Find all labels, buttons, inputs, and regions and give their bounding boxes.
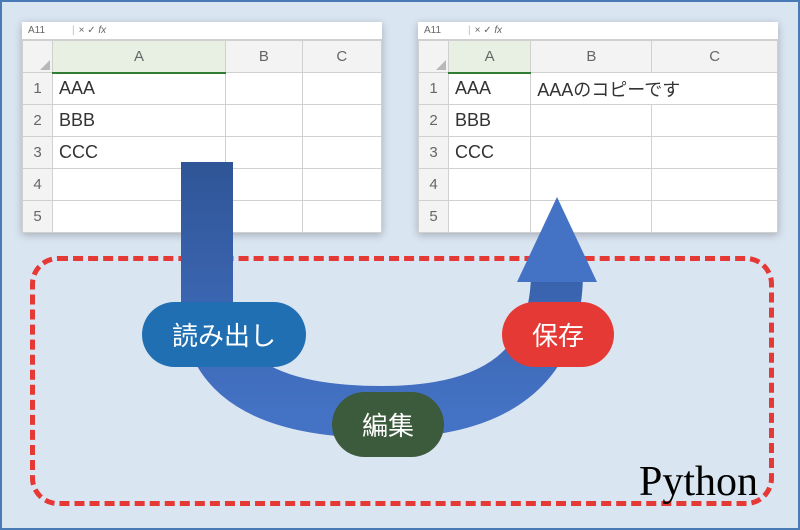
table-row: 1 AAA: [23, 73, 382, 105]
select-all-corner[interactable]: [419, 41, 449, 73]
col-header-B[interactable]: B: [226, 41, 303, 73]
step-read-pill: 読み出し: [142, 302, 306, 367]
cell[interactable]: [302, 73, 381, 105]
cell[interactable]: BBB: [53, 105, 226, 137]
row-header[interactable]: 4: [23, 169, 53, 201]
step-edit-pill: 編集: [332, 392, 444, 457]
row-header[interactable]: 1: [23, 73, 53, 105]
cell[interactable]: AAAのコピーです: [531, 73, 778, 105]
col-header-A[interactable]: A: [449, 41, 531, 73]
cell[interactable]: [652, 137, 778, 169]
formula-bar: A11 | × ✓ fx: [418, 22, 778, 40]
cell[interactable]: AAA: [449, 73, 531, 105]
cell[interactable]: [226, 105, 303, 137]
step-save-pill: 保存: [502, 302, 614, 367]
select-all-corner[interactable]: [23, 41, 53, 73]
cell[interactable]: [652, 105, 778, 137]
col-header-C[interactable]: C: [652, 41, 778, 73]
fx-icon: fx: [494, 25, 502, 36]
row-header[interactable]: 2: [419, 105, 449, 137]
col-header-C[interactable]: C: [302, 41, 381, 73]
fx-icon: fx: [98, 25, 106, 36]
row-header[interactable]: 1: [419, 73, 449, 105]
table-row: 2 BBB: [23, 105, 382, 137]
cell[interactable]: [226, 73, 303, 105]
active-cell-ref: A11: [424, 25, 464, 36]
cell[interactable]: AAA: [53, 73, 226, 105]
col-header-A[interactable]: A: [53, 41, 226, 73]
cell[interactable]: [652, 201, 778, 233]
formula-bar: A11 | × ✓ fx: [22, 22, 382, 40]
cell[interactable]: [531, 105, 652, 137]
table-row: 2 BBB: [419, 105, 778, 137]
active-cell-ref: A11: [28, 25, 68, 36]
cell[interactable]: [652, 169, 778, 201]
row-header[interactable]: 5: [23, 201, 53, 233]
row-header[interactable]: 2: [23, 105, 53, 137]
cell[interactable]: [302, 105, 381, 137]
cell[interactable]: BBB: [449, 105, 531, 137]
python-label: Python: [639, 458, 758, 506]
table-row: 1 AAA AAAのコピーです: [419, 73, 778, 105]
col-header-B[interactable]: B: [531, 41, 652, 73]
row-header[interactable]: 3: [23, 137, 53, 169]
